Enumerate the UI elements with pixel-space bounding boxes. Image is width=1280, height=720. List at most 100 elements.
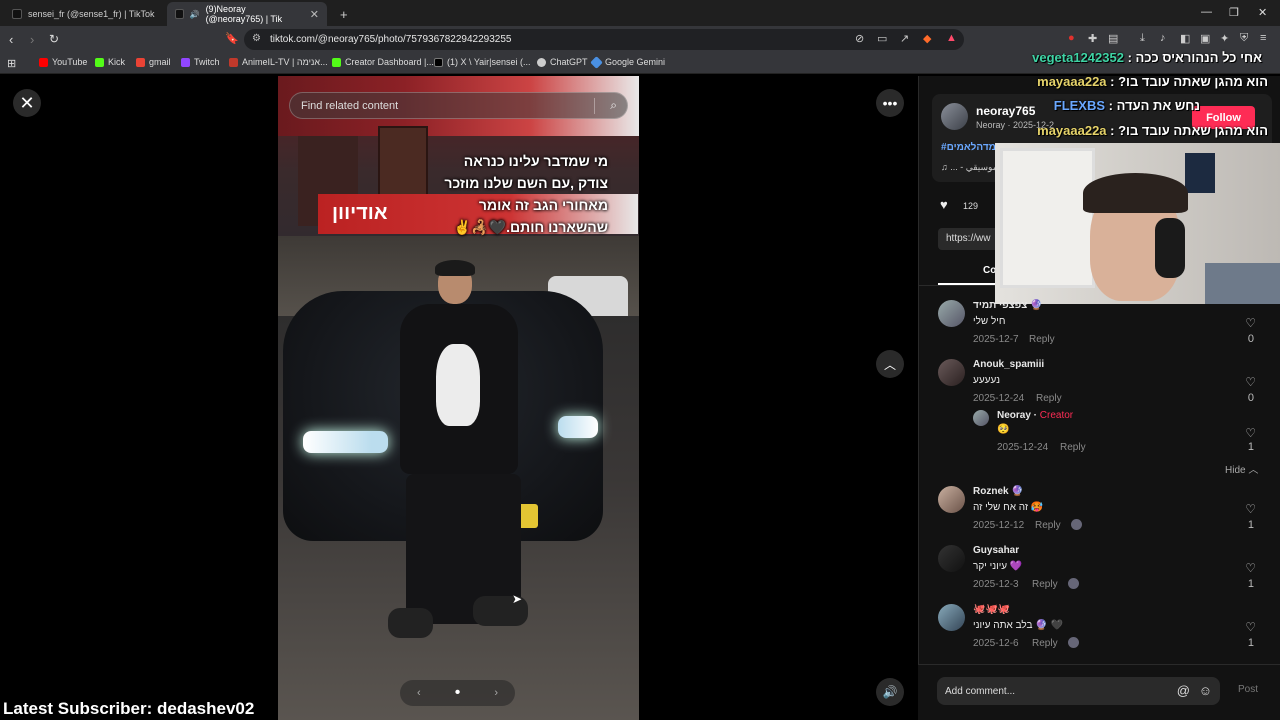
comment-placeholder: Add comment... — [945, 685, 1016, 697]
avatar[interactable] — [938, 486, 965, 513]
comment-input[interactable]: Add comment... @ ☺ — [937, 677, 1220, 705]
author-username[interactable]: neoray765 — [976, 104, 1035, 118]
avatar[interactable] — [938, 545, 965, 572]
toolbar: ‹ › ↻ 🔖 ⚙ tiktok.com/@neoray765/photo/75… — [0, 26, 1280, 52]
comment-text: 🥺 — [997, 424, 1010, 435]
brave-shield-icon[interactable]: ◆ — [923, 32, 931, 45]
heart-icon[interactable]: ♡ — [1245, 375, 1256, 389]
heart-icon[interactable]: ♡ — [1245, 426, 1256, 440]
comment-text: זה אח שלי זה 🥵 — [973, 502, 1044, 513]
cast-icon[interactable]: ▭ — [877, 32, 887, 45]
headlight — [303, 431, 388, 453]
sidebar-icon[interactable]: ◧ — [1180, 32, 1190, 45]
tab-title: sensei_fr (@sense1_fr) | TikTok — [28, 9, 155, 19]
heart-icon[interactable]: ♡ — [1245, 561, 1256, 575]
prev-arrow-icon[interactable]: ‹ — [417, 687, 421, 699]
poster — [1185, 153, 1215, 193]
hide-replies-button[interactable]: Hide ︿ — [1225, 461, 1258, 476]
reply-button[interactable]: Reply — [1060, 442, 1086, 453]
reply-button[interactable]: Reply — [1029, 334, 1055, 345]
comment-likes: 0 — [1247, 333, 1254, 345]
media-icon[interactable]: ♪ — [1160, 32, 1166, 44]
chat-message: הוא מהגן שאתה עובד בו? : mayaaa22a — [1037, 74, 1268, 89]
comment-date: 2025-12-24 — [973, 393, 1025, 404]
site-info-icon[interactable]: ⚙ — [252, 33, 261, 44]
comment-author[interactable]: 🐙🐙🐙 — [973, 604, 1010, 615]
comment-author[interactable]: Anouk_spamiii — [973, 359, 1044, 370]
comment-author[interactable]: Roznek 🔮 — [973, 486, 1024, 497]
avatar[interactable] — [938, 359, 965, 386]
tab-sensei[interactable]: sensei_fr (@sense1_fr) | TikTok — [4, 2, 164, 26]
tab-neoray[interactable]: 🔊 (9)Neoray (@neoray765) | Tik ✕ — [167, 2, 327, 26]
bookmark-kick[interactable]: Kick — [95, 57, 125, 67]
tiktok-icon — [175, 9, 184, 19]
avatar[interactable] — [941, 103, 968, 130]
bookmark-chatgpt[interactable]: ChatGPT — [537, 57, 588, 67]
mention-icon[interactable]: @ — [1177, 683, 1190, 698]
download-icon[interactable]: ⤓ — [1140, 32, 1145, 45]
avatar[interactable] — [973, 410, 989, 426]
no-tracking-icon[interactable]: ⊘ — [855, 32, 864, 45]
brave-rewards-icon[interactable]: ▲ — [946, 32, 957, 44]
bookmark-twitch[interactable]: Twitch — [181, 57, 220, 67]
chevron-up-icon[interactable]: ︿ — [876, 350, 904, 378]
new-tab-button[interactable]: + — [332, 2, 352, 26]
comment-text: עיוני יקר 💜 — [973, 561, 1023, 572]
avatar[interactable] — [938, 300, 965, 327]
reply-button[interactable]: Reply — [1032, 638, 1058, 649]
bookmark-x[interactable]: (1) X \ Yair|sensei (... — [434, 57, 531, 67]
forward-icon[interactable]: › — [30, 32, 34, 47]
chat-text: נחש את העדה : — [1108, 98, 1200, 113]
bookmark-gemini[interactable]: Google Gemini — [590, 55, 665, 69]
comment-item: Roznek 🔮 זה אח שלי זה 🥵 2025-12-12 Reply… — [938, 486, 1268, 534]
x-icon — [434, 57, 443, 67]
search-placeholder: Find related content — [301, 99, 399, 112]
search-icon[interactable]: ⌕ — [610, 98, 617, 113]
chair — [1205, 263, 1280, 304]
bookmark-gmail[interactable]: gmail — [136, 57, 171, 67]
heart-icon[interactable]: ♥ — [940, 197, 948, 212]
bookmark-youtube[interactable]: YouTube — [39, 57, 87, 67]
close-window-icon[interactable]: ✕ — [1258, 6, 1267, 19]
extensions-icon[interactable]: ✚ — [1088, 32, 1097, 45]
leo-ai-icon[interactable]: ✦ — [1220, 32, 1229, 45]
reply-button[interactable]: Reply — [1032, 579, 1058, 590]
avatar[interactable] — [938, 604, 965, 631]
back-icon[interactable]: ‹ — [9, 32, 13, 47]
reply-button[interactable]: Reply — [1036, 393, 1062, 404]
bookmark-label: AnimeIL-TV | אנימה... — [242, 57, 328, 67]
youtube-icon — [39, 57, 48, 67]
heart-icon[interactable]: ♡ — [1245, 620, 1256, 634]
heart-icon[interactable]: ♡ — [1245, 502, 1256, 516]
minimize-icon[interactable]: — — [1201, 6, 1212, 18]
menu-icon[interactable]: ≡ — [1260, 32, 1266, 44]
comment-author[interactable]: צפצפי תמיד 🔮 — [973, 300, 1043, 311]
creator-liked-avatar — [1068, 637, 1079, 648]
maximize-icon[interactable]: ❐ — [1229, 6, 1239, 19]
creator-liked-avatar — [1071, 519, 1082, 530]
emoji-icon[interactable]: ☺ — [1199, 683, 1212, 698]
headphones — [1155, 218, 1185, 278]
heart-icon[interactable]: ♡ — [1245, 316, 1256, 330]
bookmark-icon[interactable]: 🔖 — [225, 32, 239, 45]
next-arrow-icon[interactable]: › — [494, 687, 498, 699]
bookmark-creator-dashboard[interactable]: Creator Dashboard |... — [332, 57, 434, 67]
reply-button[interactable]: Reply — [1035, 520, 1061, 531]
bookmark-animeil[interactable]: AnimeIL-TV | אנימה... — [229, 57, 328, 67]
wallet-icon[interactable]: ▣ — [1200, 32, 1210, 45]
tab-search-icon[interactable]: ▤ — [1108, 32, 1118, 45]
comment-author[interactable]: Guysahar — [973, 545, 1019, 556]
post-button[interactable]: Post — [1238, 684, 1258, 695]
apps-icon[interactable]: ⊞ — [7, 57, 16, 70]
more-options-icon[interactable]: ••• — [876, 89, 904, 117]
music-link[interactable]: ♫ ... - الموسيقي — [941, 162, 1003, 173]
share-icon[interactable]: ↗ — [900, 32, 909, 45]
reload-icon[interactable]: ↻ — [49, 32, 59, 46]
volume-icon[interactable]: 🔊 — [876, 678, 904, 706]
vpn-icon[interactable]: ⛨ — [1240, 32, 1248, 45]
record-icon[interactable]: ● — [1068, 32, 1075, 44]
comment-author[interactable]: Neoray · Creator — [997, 410, 1073, 421]
close-icon[interactable]: ✕ — [13, 89, 41, 117]
close-tab-icon[interactable]: ✕ — [310, 8, 319, 21]
find-related-search[interactable]: Find related content ⌕ — [289, 92, 628, 119]
